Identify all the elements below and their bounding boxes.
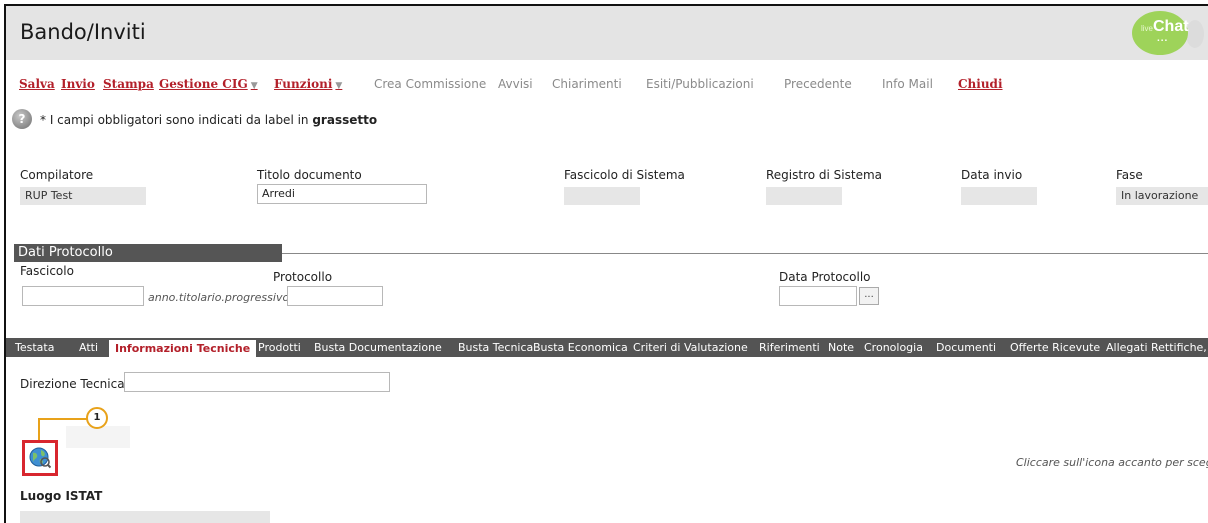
chevron-down-icon: ▼ (335, 81, 343, 91)
notice-text: * I campi obbligatori sono indicati da l… (40, 113, 378, 127)
toolbar-funzioni[interactable]: Funzioni ▼ (274, 77, 342, 91)
luogo-istat-label: Luogo ISTAT (20, 489, 103, 503)
luogo-placeholder-field (66, 426, 130, 448)
fascicolo-sistema-label: Fascicolo di Sistema (564, 168, 685, 182)
command-toolbar: Salva Invio Stampa Gestione CIG ▼ Funzion… (6, 60, 1208, 100)
dati-protocollo-header: Dati Protocollo (14, 244, 282, 262)
registro-sistema-field (766, 187, 842, 205)
tab-busta-economica[interactable]: Busta Economica (533, 338, 628, 357)
chevron-down-icon: ▼ (250, 81, 258, 91)
tab-documenti[interactable]: Documenti (936, 338, 996, 357)
livechat-button[interactable]: live Chat ... (1132, 11, 1189, 55)
toolbar-chiarimenti[interactable]: Chiarimenti (552, 77, 622, 91)
tab-atti[interactable]: Atti (79, 338, 98, 357)
page-header: Bando/Inviti live Chat ... (6, 6, 1208, 60)
tab-bar: Testata Atti Informazioni Tecniche Prodo… (6, 338, 1208, 357)
fascicolo-label: Fascicolo (20, 264, 74, 278)
toolbar-gestione-cig[interactable]: Gestione CIG ▼ (159, 77, 258, 91)
toolbar-invio[interactable]: Invio (61, 77, 95, 91)
app-window: Bando/Inviti live Chat ... Salva Invio S… (4, 4, 1208, 523)
livechat-dots: ... (1157, 33, 1169, 44)
callout-line-vertical (38, 418, 40, 440)
fase-field: In lavorazione (1116, 187, 1208, 205)
toolbar-salva[interactable]: Salva (19, 77, 55, 91)
section-divider (282, 253, 1208, 254)
livechat-small-text: live (1141, 24, 1154, 33)
callout-badge: 1 (86, 407, 108, 429)
compilatore-field: RUP Test (20, 187, 146, 205)
toolbar-chiudi[interactable]: Chiudi (958, 77, 1003, 91)
fascicolo-input[interactable] (22, 286, 144, 306)
data-invio-label: Data invio (961, 168, 1023, 182)
tab-informazioni-tecniche[interactable]: Informazioni Tecniche (109, 338, 257, 357)
protocollo-input[interactable] (287, 286, 383, 306)
toolbar-stampa[interactable]: Stampa (103, 77, 154, 91)
tab-busta-tecnica[interactable]: Busta Tecnica (458, 338, 533, 357)
tab-testata[interactable]: Testata (15, 338, 54, 357)
tab-offerte-ricevute[interactable]: Offerte Ricevute (1010, 338, 1100, 357)
direzione-tecnica-input[interactable] (124, 372, 390, 392)
tab-busta-documentazione[interactable]: Busta Documentazione (314, 338, 442, 357)
titolo-documento-label: Titolo documento (257, 168, 362, 182)
fascicolo-sistema-field (564, 187, 640, 205)
globe-highlight-box (22, 440, 58, 476)
toolbar-info-mail[interactable]: Info Mail (882, 77, 933, 91)
tab-note[interactable]: Note (828, 338, 854, 357)
registro-sistema-label: Registro di Sistema (766, 168, 883, 182)
tab-riferimenti[interactable]: Riferimenti (759, 338, 820, 357)
globe-hint-text: Cliccare sull'icona accanto per sceglier (1016, 456, 1208, 469)
calendar-picker-button[interactable]: ... (859, 287, 879, 305)
fascicolo-hint: anno.titolario.progressivo (148, 291, 290, 304)
data-protocollo-input[interactable] (779, 286, 857, 306)
compilatore-label: Compilatore (20, 168, 94, 182)
fase-label: Fase (1116, 168, 1143, 182)
direzione-tecnica-label: Direzione Tecnica (20, 377, 125, 391)
page-title: Bando/Inviti (20, 20, 146, 44)
toolbar-avvisi[interactable]: Avvisi (498, 77, 533, 91)
toolbar-crea-commissione[interactable]: Crea Commissione (374, 77, 486, 91)
tab-prodotti[interactable]: Prodotti (258, 338, 301, 357)
callout-line (38, 418, 87, 420)
help-icon[interactable]: ? (12, 109, 32, 129)
toolbar-precedente[interactable]: Precedente (784, 77, 852, 91)
toolbar-esiti-pubblicazioni[interactable]: Esiti/Pubblicazioni (646, 77, 754, 91)
protocollo-label: Protocollo (273, 270, 333, 284)
data-protocollo-label: Data Protocollo (779, 270, 871, 284)
data-invio-field (961, 187, 1037, 205)
tab-criteri-di-valutazione[interactable]: Criteri di Valutazione (633, 338, 748, 357)
titolo-documento-input[interactable]: Arredi (257, 184, 427, 204)
globe-search-icon[interactable] (29, 447, 51, 469)
luogo-istat-field (20, 511, 270, 523)
tab-allegati-rettifiche[interactable]: Allegati Rettifiche, (1106, 338, 1207, 357)
tab-cronologia[interactable]: Cronologia (864, 338, 923, 357)
